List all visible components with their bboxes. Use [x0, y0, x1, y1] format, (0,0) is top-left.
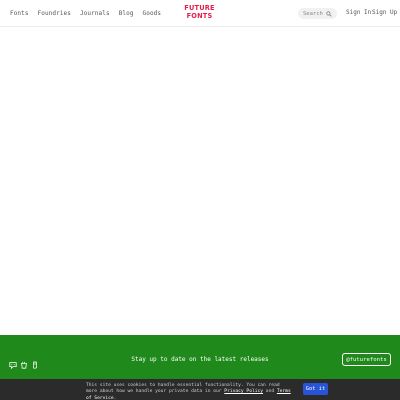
logo-line-2: FONTS — [186, 11, 213, 20]
nav-fonts[interactable]: Fonts — [10, 9, 29, 18]
search-placeholder: Search — [303, 10, 323, 17]
cookie-banner: This site uses cookies to handle essenti… — [0, 379, 400, 400]
newsletter-text: Stay up to date on the latest releases — [131, 356, 269, 363]
main-content — [0, 27, 400, 335]
site-logo[interactable]: FUTURE FONTS — [181, 4, 218, 22]
footer: Stay up to date on the latest releases @… — [0, 335, 400, 379]
search-input[interactable]: Search — [298, 8, 337, 19]
cookie-message: This site uses cookies to handle essenti… — [86, 383, 291, 400]
got-it-button[interactable]: Got it — [303, 383, 328, 395]
nav-goods[interactable]: Goods — [143, 9, 162, 18]
main-nav: Fonts Foundries Journals Blog Goods — [10, 9, 161, 18]
cookie-text-after: . — [113, 395, 117, 400]
social-handle-button[interactable]: @futurefonts — [342, 353, 391, 366]
sign-up-link[interactable]: Sign Up — [372, 9, 397, 16]
nav-blog[interactable]: Blog — [119, 9, 134, 18]
sign-in-link[interactable]: Sign In — [346, 9, 371, 16]
cookie-text-and: and — [263, 389, 277, 395]
nav-journals[interactable]: Journals — [80, 9, 110, 18]
search-icon — [326, 10, 332, 17]
top-navbar: Fonts Foundries Journals Blog Goods FUTU… — [0, 0, 400, 27]
privacy-policy-link[interactable]: Privacy Policy — [224, 389, 263, 394]
nav-foundries[interactable]: Foundries — [38, 9, 71, 18]
